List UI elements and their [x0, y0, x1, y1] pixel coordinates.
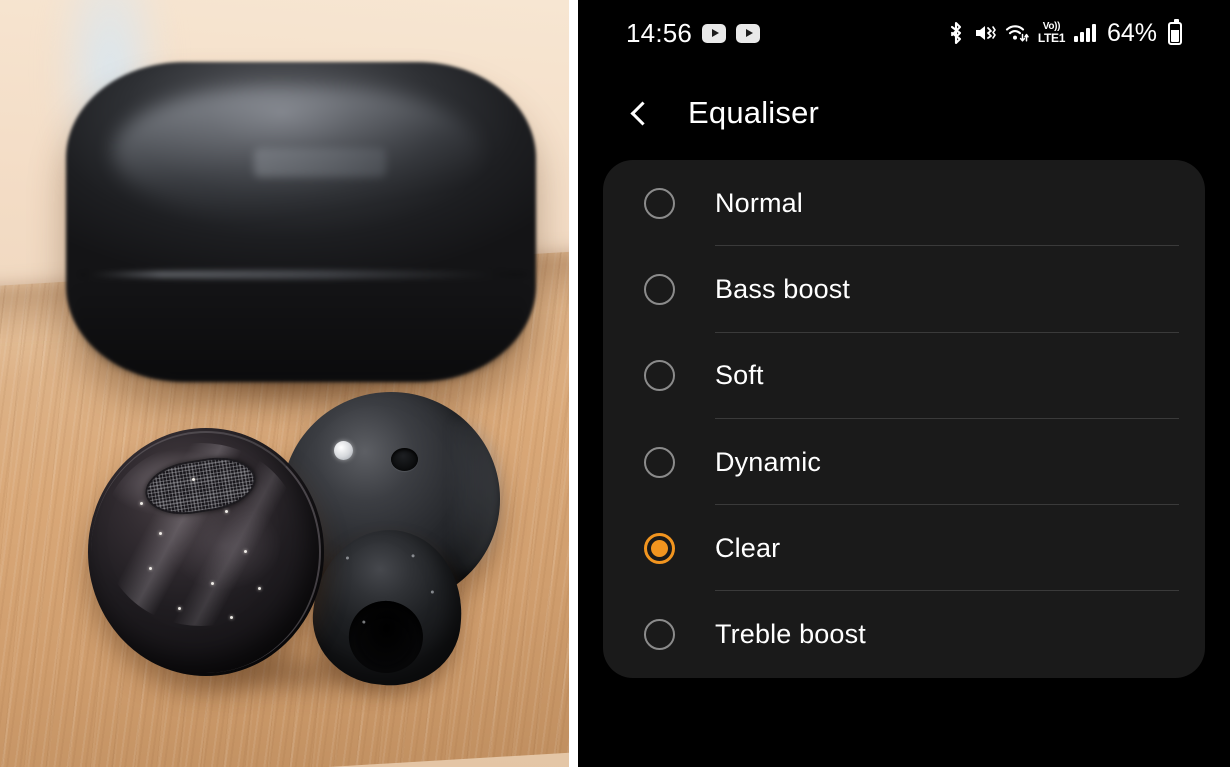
- back-button[interactable]: [618, 91, 662, 135]
- status-bar-right: Vo)) LTE1 64%: [947, 19, 1182, 48]
- equaliser-option-label: Bass boost: [715, 273, 851, 304]
- radio-button-unselected-icon[interactable]: [643, 273, 675, 305]
- status-bar-left: 14:56: [626, 18, 761, 48]
- bluetooth-icon: [950, 21, 961, 45]
- equaliser-option-label: Soft: [715, 360, 764, 391]
- volte-label-bottom: LTE1: [1037, 31, 1066, 45]
- equaliser-options-card: Normal Bass boost Soft Dynamic Clear Tre…: [603, 160, 1205, 678]
- equaliser-option-list: Normal Bass boost Soft Dynamic Clear Tre…: [603, 160, 1205, 678]
- earbud-led-indicator: [334, 441, 354, 461]
- radio-wrap: [603, 360, 715, 392]
- panel-divider-gap: [569, 0, 578, 767]
- back-chevron-icon: [630, 100, 655, 126]
- mute-vibrate-icon: [975, 26, 996, 40]
- equaliser-option-label: Clear: [715, 532, 781, 563]
- equaliser-option-normal[interactable]: Normal: [603, 160, 1205, 247]
- radio-wrap: [603, 187, 715, 219]
- battery-percent-label: 64%: [1106, 18, 1157, 47]
- charging-case: [66, 62, 536, 382]
- screenshot-root: 14:56 Vo)) LTE1 64% Equaliser Normal Bas…: [0, 0, 1230, 767]
- volte-indicator: Vo)) LTE1: [1037, 22, 1066, 45]
- radio-button-unselected-icon[interactable]: [643, 446, 675, 478]
- media-play-icon[interactable]: [736, 23, 761, 43]
- radio-button-unselected-icon[interactable]: [643, 619, 675, 651]
- wifi-icon: [1005, 25, 1029, 42]
- app-bar: Equaliser: [578, 66, 1230, 160]
- case-lid-seam: [80, 270, 527, 279]
- radio-wrap: [603, 273, 715, 305]
- radio-wrap: [603, 446, 715, 478]
- media-play-icon[interactable]: [702, 23, 727, 43]
- radio-button-unselected-icon[interactable]: [643, 360, 675, 392]
- equaliser-option-label: Dynamic: [715, 446, 822, 477]
- equaliser-option-label: Treble boost: [715, 619, 866, 650]
- equaliser-option-dynamic[interactable]: Dynamic: [603, 419, 1205, 506]
- equaliser-option-treble-boost[interactable]: Treble boost: [603, 591, 1205, 677]
- equaliser-option-soft[interactable]: Soft: [603, 333, 1205, 419]
- status-bar-clock: 14:56: [626, 18, 693, 48]
- signal-bars-icon: [1074, 24, 1096, 42]
- page-title: Equaliser: [688, 95, 820, 130]
- case-brand-mark: [254, 148, 386, 178]
- equaliser-option-clear[interactable]: Clear: [603, 505, 1205, 592]
- radio-button-unselected-icon[interactable]: [643, 187, 675, 219]
- equaliser-option-label: Normal: [715, 187, 803, 218]
- case-bottom-shading: [75, 286, 527, 382]
- status-bar: 14:56 Vo)) LTE1 64%: [578, 0, 1230, 66]
- equaliser-option-bass-boost[interactable]: Bass boost: [603, 246, 1205, 333]
- radio-button-selected-icon[interactable]: [643, 532, 675, 564]
- radio-wrap: [603, 532, 715, 564]
- glossy-earbud: [88, 428, 324, 676]
- battery-icon: [1168, 19, 1182, 45]
- product-photo: [0, 0, 569, 767]
- ear-tip-opening: [345, 597, 427, 677]
- phone-screenshot: 14:56 Vo)) LTE1 64% Equaliser Normal Bas…: [578, 0, 1230, 767]
- earbud-microphone-hole: [391, 447, 418, 471]
- radio-wrap: [603, 619, 715, 651]
